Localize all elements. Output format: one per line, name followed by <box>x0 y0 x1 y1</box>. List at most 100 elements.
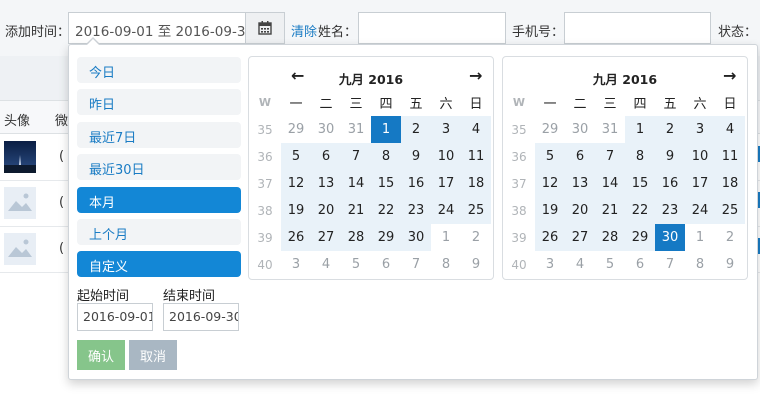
calendar-day[interactable]: 10 <box>685 143 715 170</box>
confirm-button[interactable]: 确认 <box>77 340 125 370</box>
calendar-day[interactable]: 21 <box>341 197 371 224</box>
calendar-day[interactable]: 30 <box>311 116 341 143</box>
calendar-day[interactable]: 24 <box>431 197 461 224</box>
end-date-input[interactable]: 2016-09-30 <box>163 303 239 331</box>
calendar-day[interactable]: 28 <box>595 224 625 251</box>
calendar-day[interactable]: 3 <box>685 116 715 143</box>
calendar-day[interactable]: 20 <box>565 197 595 224</box>
calendar-day[interactable]: 24 <box>685 197 715 224</box>
calendar-day[interactable]: 19 <box>281 197 311 224</box>
calendar-day[interactable]: 16 <box>401 170 431 197</box>
clear-link[interactable]: 清除 <box>291 21 317 40</box>
start-date-input[interactable]: 2016-09-01 <box>77 303 153 331</box>
calendar-day[interactable]: 31 <box>595 116 625 143</box>
calendar-day[interactable]: 2 <box>401 116 431 143</box>
calendar-day[interactable]: 28 <box>341 224 371 251</box>
calendar-day[interactable]: 9 <box>461 251 491 278</box>
range-option[interactable]: 最近7日 <box>77 121 241 148</box>
range-option[interactable]: 上个月 <box>77 218 241 245</box>
calendar-day[interactable]: 18 <box>461 170 491 197</box>
calendar-day[interactable]: 14 <box>595 170 625 197</box>
calendar-day[interactable]: 27 <box>565 224 595 251</box>
calendar-day[interactable]: 6 <box>625 251 655 278</box>
calendar-day[interactable]: 3 <box>431 116 461 143</box>
calendar-day[interactable]: 15 <box>371 170 401 197</box>
calendar-day[interactable]: 22 <box>625 197 655 224</box>
phone-input[interactable] <box>564 12 711 44</box>
calendar-day[interactable]: 8 <box>371 143 401 170</box>
calendar-day[interactable]: 1 <box>371 116 401 143</box>
range-option[interactable]: 最近30日 <box>77 154 241 181</box>
calendar-day[interactable]: 17 <box>685 170 715 197</box>
calendar-day[interactable]: 29 <box>371 224 401 251</box>
calendar-day[interactable]: 30 <box>655 224 685 251</box>
calendar-day[interactable]: 1 <box>625 116 655 143</box>
calendar-day[interactable]: 29 <box>625 224 655 251</box>
calendar-day[interactable]: 11 <box>461 143 491 170</box>
calendar-day[interactable]: 16 <box>655 170 685 197</box>
calendar-day[interactable]: 22 <box>371 197 401 224</box>
calendar-day[interactable]: 2 <box>715 224 745 251</box>
calendar-day[interactable]: 5 <box>341 251 371 278</box>
calendar-day[interactable]: 7 <box>595 143 625 170</box>
calendar-day[interactable]: 12 <box>281 170 311 197</box>
calendar-day[interactable]: 27 <box>311 224 341 251</box>
calendar-day[interactable]: 9 <box>401 143 431 170</box>
range-option[interactable]: 自定义 <box>77 251 241 278</box>
calendar-day[interactable]: 4 <box>565 251 595 278</box>
calendar-day[interactable]: 4 <box>311 251 341 278</box>
calendar-day[interactable]: 8 <box>685 251 715 278</box>
calendar-day[interactable]: 25 <box>715 197 745 224</box>
calendar-day[interactable]: 23 <box>655 197 685 224</box>
calendar-day[interactable]: 29 <box>281 116 311 143</box>
calendar-day[interactable]: 26 <box>281 224 311 251</box>
calendar-day[interactable]: 1 <box>431 224 461 251</box>
range-option[interactable]: 本月 <box>77 186 241 213</box>
calendar-day[interactable]: 11 <box>715 143 745 170</box>
range-option[interactable]: 今日 <box>77 57 241 83</box>
calendar-day[interactable]: 15 <box>625 170 655 197</box>
calendar-day[interactable]: 9 <box>655 143 685 170</box>
calendar-button[interactable] <box>245 12 285 44</box>
calendar-day[interactable]: 3 <box>535 251 565 278</box>
calendar-day[interactable]: 6 <box>371 251 401 278</box>
calendar-day[interactable]: 2 <box>461 224 491 251</box>
cancel-button[interactable]: 取消 <box>129 340 177 370</box>
calendar-day[interactable]: 30 <box>401 224 431 251</box>
calendar-day[interactable]: 30 <box>565 116 595 143</box>
calendar-day[interactable]: 25 <box>461 197 491 224</box>
calendar-day[interactable]: 7 <box>401 251 431 278</box>
calendar-day[interactable]: 13 <box>311 170 341 197</box>
calendar-day[interactable]: 14 <box>341 170 371 197</box>
calendar-day[interactable]: 23 <box>401 197 431 224</box>
calendar-day[interactable]: 19 <box>535 197 565 224</box>
calendar-day[interactable]: 4 <box>461 116 491 143</box>
calendar-day[interactable]: 29 <box>535 116 565 143</box>
calendar-day[interactable]: 8 <box>431 251 461 278</box>
calendar-day[interactable]: 18 <box>715 170 745 197</box>
calendar-day[interactable]: 31 <box>341 116 371 143</box>
calendar-day[interactable]: 20 <box>311 197 341 224</box>
calendar-day[interactable]: 3 <box>281 251 311 278</box>
calendar-day[interactable]: 13 <box>565 170 595 197</box>
calendar-day[interactable]: 2 <box>655 116 685 143</box>
calendar-day[interactable]: 7 <box>655 251 685 278</box>
calendar-day[interactable]: 4 <box>715 116 745 143</box>
calendar-day[interactable]: 9 <box>715 251 745 278</box>
arrow-right-icon[interactable]: → <box>723 66 736 85</box>
calendar-day[interactable]: 26 <box>535 224 565 251</box>
calendar-day[interactable]: 6 <box>311 143 341 170</box>
name-input[interactable] <box>358 12 506 44</box>
range-option[interactable]: 昨日 <box>77 89 241 116</box>
calendar-day[interactable]: 1 <box>685 224 715 251</box>
calendar-day[interactable]: 6 <box>565 143 595 170</box>
calendar-day[interactable]: 5 <box>595 251 625 278</box>
calendar-day[interactable]: 21 <box>595 197 625 224</box>
calendar-day[interactable]: 17 <box>431 170 461 197</box>
calendar-day[interactable]: 7 <box>341 143 371 170</box>
calendar-day[interactable]: 5 <box>535 143 565 170</box>
calendar-day[interactable]: 10 <box>431 143 461 170</box>
calendar-day[interactable]: 12 <box>535 170 565 197</box>
calendar-day[interactable]: 8 <box>625 143 655 170</box>
arrow-right-icon[interactable]: → <box>469 66 482 85</box>
